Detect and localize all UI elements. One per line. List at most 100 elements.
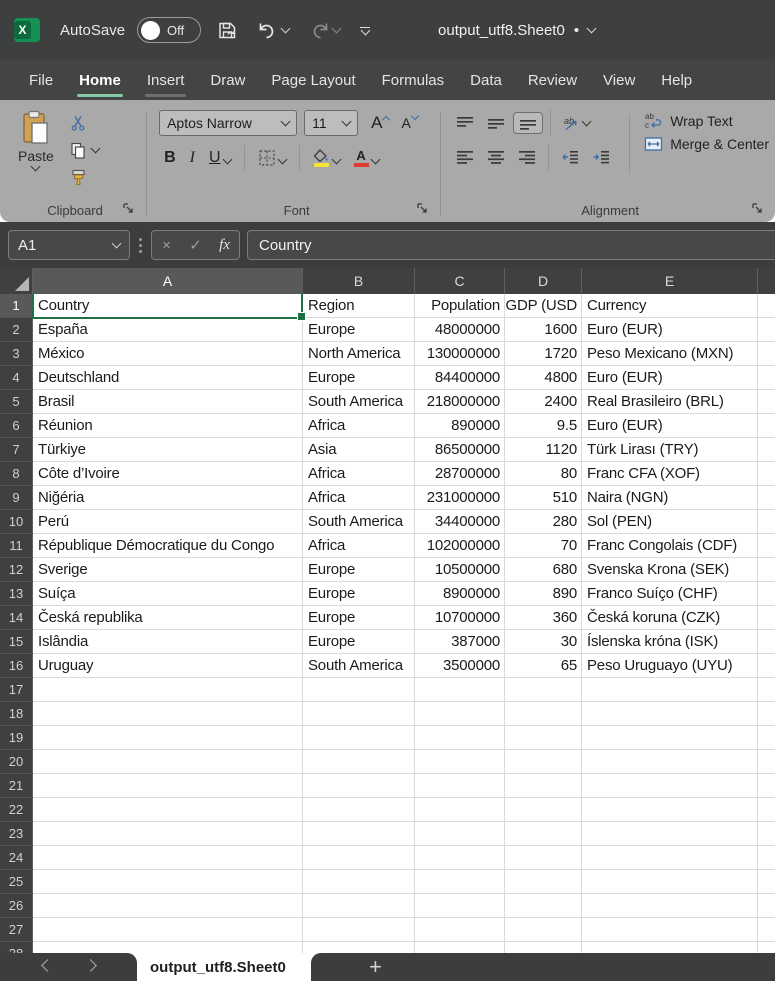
row-header-8[interactable]: 8 — [0, 462, 33, 486]
cell-A27[interactable] — [33, 918, 303, 942]
cell-F28[interactable] — [758, 942, 775, 953]
cell-A4[interactable]: Deutschland — [33, 366, 303, 390]
cell-E15[interactable]: Íslenska króna (ISK) — [582, 630, 758, 654]
cell-F21[interactable] — [758, 774, 775, 798]
cell-F14[interactable] — [758, 606, 775, 630]
cell-C16[interactable]: 3500000 — [415, 654, 505, 678]
cell-B16[interactable]: South America — [303, 654, 415, 678]
column-header-C[interactable]: C — [415, 268, 505, 294]
cell-F27[interactable] — [758, 918, 775, 942]
cell-B12[interactable]: Europe — [303, 558, 415, 582]
increase-indent-button[interactable] — [587, 147, 615, 167]
align-center-button[interactable] — [482, 147, 510, 167]
customize-toolbar-button[interactable] — [356, 23, 374, 38]
cell-F20[interactable] — [758, 750, 775, 774]
save-button[interactable] — [213, 16, 242, 45]
font-name-combo[interactable]: Aptos Narrow — [159, 110, 297, 136]
tab-formulas[interactable]: Formulas — [369, 60, 458, 100]
document-title[interactable]: output_utf8.Sheet0 • — [438, 22, 595, 39]
name-box[interactable]: A1 — [8, 230, 130, 260]
cell-D20[interactable] — [505, 750, 582, 774]
cell-A22[interactable] — [33, 798, 303, 822]
cell-D27[interactable] — [505, 918, 582, 942]
cell-B21[interactable] — [303, 774, 415, 798]
cell-A11[interactable]: République Démocratique du Congo — [33, 534, 303, 558]
cell-D24[interactable] — [505, 846, 582, 870]
font-color-button[interactable]: A — [349, 147, 384, 169]
cell-C15[interactable]: 387000 — [415, 630, 505, 654]
cell-C13[interactable]: 8900000 — [415, 582, 505, 606]
row-header-25[interactable]: 25 — [0, 870, 33, 894]
cell-D12[interactable]: 680 — [505, 558, 582, 582]
cell-A28[interactable] — [33, 942, 303, 953]
cell-A12[interactable]: Sverige — [33, 558, 303, 582]
align-bottom-button[interactable] — [513, 112, 543, 134]
shrink-font-button[interactable]: A — [395, 113, 416, 133]
row-header-7[interactable]: 7 — [0, 438, 33, 462]
row-header-11[interactable]: 11 — [0, 534, 33, 558]
cell-D1[interactable]: GDP (USD — [505, 294, 582, 318]
cell-C2[interactable]: 48000000 — [415, 318, 505, 342]
cell-B1[interactable]: Region — [303, 294, 415, 318]
cell-D16[interactable]: 65 — [505, 654, 582, 678]
tab-help[interactable]: Help — [648, 60, 705, 100]
cell-E10[interactable]: Sol (PEN) — [582, 510, 758, 534]
cell-A8[interactable]: Côte d’Ivoire — [33, 462, 303, 486]
tab-file[interactable]: File — [16, 60, 66, 100]
clipboard-dialog-launcher[interactable] — [122, 202, 134, 214]
paste-button[interactable]: Paste — [10, 108, 62, 188]
cell-D19[interactable] — [505, 726, 582, 750]
cell-B10[interactable]: South America — [303, 510, 415, 534]
formula-bar-grip[interactable] — [137, 238, 144, 253]
cell-F10[interactable] — [758, 510, 775, 534]
cell-C18[interactable] — [415, 702, 505, 726]
cell-B28[interactable] — [303, 942, 415, 953]
cell-A1[interactable]: Country — [33, 294, 303, 318]
cell-C4[interactable]: 84400000 — [415, 366, 505, 390]
cell-B3[interactable]: North America — [303, 342, 415, 366]
cell-E16[interactable]: Peso Uruguayo (UYU) — [582, 654, 758, 678]
cell-B8[interactable]: Africa — [303, 462, 415, 486]
tab-review[interactable]: Review — [515, 60, 590, 100]
cell-F8[interactable] — [758, 462, 775, 486]
cell-F9[interactable] — [758, 486, 775, 510]
cell-F23[interactable] — [758, 822, 775, 846]
cell-D4[interactable]: 4800 — [505, 366, 582, 390]
row-header-10[interactable]: 10 — [0, 510, 33, 534]
cell-A21[interactable] — [33, 774, 303, 798]
row-header-13[interactable]: 13 — [0, 582, 33, 606]
cell-F3[interactable] — [758, 342, 775, 366]
cell-B6[interactable]: Africa — [303, 414, 415, 438]
fill-color-button[interactable] — [308, 147, 345, 169]
cell-D13[interactable]: 890 — [505, 582, 582, 606]
cell-D11[interactable]: 70 — [505, 534, 582, 558]
fill-handle[interactable] — [297, 312, 306, 321]
cell-E21[interactable] — [582, 774, 758, 798]
tab-view[interactable]: View — [590, 60, 648, 100]
cell-C20[interactable] — [415, 750, 505, 774]
wrap-text-button[interactable]: ab c Wrap Text — [644, 112, 769, 129]
cell-E2[interactable]: Euro (EUR) — [582, 318, 758, 342]
cell-C27[interactable] — [415, 918, 505, 942]
cell-A17[interactable] — [33, 678, 303, 702]
tab-page-layout[interactable]: Page Layout — [258, 60, 368, 100]
italic-button[interactable]: I — [185, 147, 200, 169]
align-left-button[interactable] — [451, 147, 479, 167]
row-header-27[interactable]: 27 — [0, 918, 33, 942]
orientation-button[interactable]: ab — [558, 113, 595, 134]
tab-insert[interactable]: Insert — [134, 60, 198, 100]
cell-F6[interactable] — [758, 414, 775, 438]
merge-center-button[interactable]: Merge & Center — [644, 136, 769, 152]
row-header-26[interactable]: 26 — [0, 894, 33, 918]
cell-C14[interactable]: 10700000 — [415, 606, 505, 630]
enter-button[interactable]: ✓ — [181, 236, 210, 254]
cell-C26[interactable] — [415, 894, 505, 918]
cell-B24[interactable] — [303, 846, 415, 870]
cell-F13[interactable] — [758, 582, 775, 606]
align-middle-button[interactable] — [482, 113, 510, 133]
cell-D23[interactable] — [505, 822, 582, 846]
row-header-5[interactable]: 5 — [0, 390, 33, 414]
cell-E3[interactable]: Peso Mexicano (MXN) — [582, 342, 758, 366]
cell-B17[interactable] — [303, 678, 415, 702]
redo-button[interactable] — [305, 17, 344, 44]
